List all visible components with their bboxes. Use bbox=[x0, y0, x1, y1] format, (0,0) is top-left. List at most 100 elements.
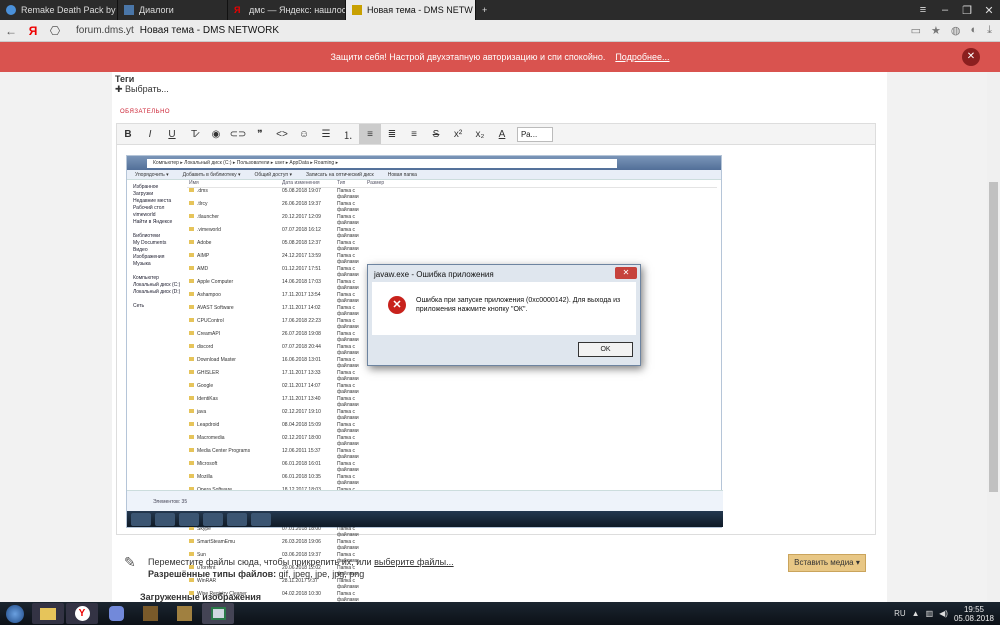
align-center-icon[interactable]: ≣ bbox=[381, 124, 403, 144]
banner-close-icon[interactable]: ✕ bbox=[962, 48, 980, 66]
explorer-nav-item[interactable]: Компьютер bbox=[133, 275, 185, 282]
explorer-nav-item[interactable]: Изображения bbox=[133, 254, 185, 261]
yandex-logo[interactable]: Я bbox=[22, 24, 44, 38]
file-date: 04.02.2018 10:30 bbox=[282, 590, 321, 597]
clock[interactable]: 19:55 05.08.2018 bbox=[954, 605, 994, 623]
dialog-close-icon[interactable]: ✕ bbox=[615, 267, 637, 279]
strike-icon[interactable]: S bbox=[425, 124, 447, 144]
align-left-icon[interactable]: ≡ bbox=[359, 124, 381, 144]
close-icon[interactable]: ✕ bbox=[978, 0, 1000, 20]
explorer-nav-item[interactable]: Загрузки bbox=[133, 191, 185, 198]
file-row[interactable]: Mozilla 06.01.2018 10:35 Папка с файлами bbox=[187, 474, 717, 487]
minimize-icon[interactable]: – bbox=[934, 0, 956, 20]
file-row[interactable]: Microsoft 06.01.2018 16:01 Папка с файлами bbox=[187, 461, 717, 474]
file-row[interactable]: .dms 05.08.2018 19:07 Папка с файлами bbox=[187, 188, 717, 201]
download-icon[interactable]: ⤓ bbox=[987, 24, 992, 37]
taskbar-app-icon[interactable] bbox=[168, 603, 200, 624]
file-name: Media Center Programs bbox=[197, 447, 251, 454]
explorer-nav-item[interactable]: Недавние места bbox=[133, 198, 185, 205]
numbered-list-icon[interactable]: ⒈ bbox=[337, 124, 359, 144]
restore-icon[interactable]: ❐ bbox=[956, 0, 978, 20]
scrollbar-thumb[interactable] bbox=[989, 182, 998, 492]
taskbar-explorer-icon[interactable] bbox=[32, 603, 64, 624]
smiley-icon[interactable]: ☺ bbox=[293, 124, 315, 144]
language-indicator[interactable]: RU bbox=[894, 609, 906, 618]
bold-icon[interactable]: B bbox=[117, 124, 139, 144]
taskbar-game-icon[interactable] bbox=[134, 603, 166, 624]
url-text[interactable]: forum.dms.yt bbox=[76, 25, 134, 36]
font-size-select[interactable]: Ра... bbox=[517, 126, 553, 142]
file-row[interactable]: Wise Registry Cleaner 04.02.2018 10:30 Пап… bbox=[187, 590, 717, 602]
file-row[interactable]: .tlauncher 20.12.2017 12:09 Папка с файлам… bbox=[187, 214, 717, 227]
tray-arrow-icon[interactable]: ▲ bbox=[912, 609, 920, 618]
explorer-menu-item[interactable]: Добавить в библиотеку ▾ bbox=[183, 172, 241, 178]
file-row[interactable]: Google 02.11.2017 14:07 Папка с файлами bbox=[187, 383, 717, 396]
tab-remake-death-pack[interactable]: Remake Death Pack by Fishe bbox=[0, 0, 118, 20]
reader-icon[interactable]: ▭ bbox=[911, 24, 921, 37]
file-date: 06.01.2018 16:01 bbox=[282, 460, 321, 467]
file-row[interactable]: Adobe 05.08.2018 12:37 Папка с файлами bbox=[187, 240, 717, 253]
file-type: Папка с файлами bbox=[337, 447, 359, 461]
dialog-ok-button[interactable]: OK bbox=[578, 342, 633, 357]
file-row[interactable]: Skype 07.01.2018 18:00 Папка с файлами bbox=[187, 526, 717, 539]
explorer-nav-item[interactable]: Рабочий стол bbox=[133, 205, 185, 212]
tab-dialogs[interactable]: Диалоги bbox=[118, 0, 228, 20]
taskbar-discord-icon[interactable] bbox=[100, 603, 132, 624]
text-color-icon[interactable]: A bbox=[491, 124, 513, 144]
file-row[interactable]: GHISLER 17.11.2017 13:33 Папка с файлами bbox=[187, 370, 717, 383]
link-icon[interactable]: ⊂⊃ bbox=[227, 124, 249, 144]
explorer-menu-item[interactable]: Новая папка bbox=[388, 172, 417, 178]
align-right-icon[interactable]: ≡ bbox=[403, 124, 425, 144]
back-icon[interactable]: ← bbox=[0, 24, 22, 38]
superscript-icon[interactable]: x² bbox=[447, 124, 469, 144]
explorer-nav-item[interactable]: Найти в Яндексе bbox=[133, 219, 185, 226]
file-row[interactable]: .vimeworld 07.07.2018 16:12 Папка с файлам… bbox=[187, 227, 717, 240]
globe-icon[interactable]: ◍ bbox=[951, 24, 961, 37]
banner-more-link[interactable]: Подробнее... bbox=[615, 52, 669, 62]
file-row[interactable]: Media Center Programs 12.06.2011 15:37 Пап… bbox=[187, 448, 717, 461]
explorer-menu-item[interactable]: Общий доступ ▾ bbox=[255, 172, 293, 178]
explorer-nav-item[interactable]: Сеть bbox=[133, 303, 185, 310]
menu-icon[interactable]: ≡ bbox=[912, 0, 934, 20]
tab-new-topic[interactable]: Новая тема - DMS NETW✕ bbox=[346, 0, 476, 20]
file-row[interactable]: java 02.12.2017 19:10 Папка с файлами bbox=[187, 409, 717, 422]
tags-pick-button[interactable]: ✚ Выбрать... bbox=[115, 84, 169, 95]
explorer-nav-item[interactable]: Музыка bbox=[133, 261, 185, 268]
file-row[interactable]: .tlrcy 26.06.2018 19:37 Папка с файлами bbox=[187, 201, 717, 214]
new-tab-button[interactable]: + bbox=[476, 0, 496, 20]
explorer-nav-item[interactable]: My Documents bbox=[133, 240, 185, 247]
lock-icon[interactable]: ⎔ bbox=[44, 24, 66, 38]
bookmark-icon[interactable]: ★ bbox=[931, 24, 941, 37]
file-row[interactable]: SmartSteamEmu 26.03.2018 19:06 Папка с фай… bbox=[187, 539, 717, 552]
extension-icon[interactable]: ◐ bbox=[970, 24, 977, 37]
network-icon[interactable]: ▥ bbox=[926, 609, 934, 618]
spoiler-icon[interactable]: ◉ bbox=[205, 124, 227, 144]
subscript-icon[interactable]: x₂ bbox=[469, 124, 491, 144]
explorer-nav-item[interactable]: Избранное bbox=[133, 184, 185, 191]
clear-format-icon[interactable]: T̷ bbox=[183, 124, 205, 144]
explorer-nav-item[interactable]: Видео bbox=[133, 247, 185, 254]
underline-icon[interactable]: U bbox=[161, 124, 183, 144]
insert-media-button[interactable]: Вставить медиа ▾ bbox=[788, 554, 866, 572]
choose-files-link[interactable]: выберите файлы... bbox=[374, 557, 454, 567]
page-content: Теги ✚ Выбрать... ОБЯЗАТЕЛЬНО B I U T̷ ◉… bbox=[0, 72, 987, 602]
taskbar-yandex-browser-icon[interactable]: Y bbox=[66, 603, 98, 624]
explorer-nav-item[interactable]: Библиотеки bbox=[133, 233, 185, 240]
volume-icon[interactable]: ◀) bbox=[939, 609, 948, 618]
tab-yandex-search[interactable]: Ядмс — Яндекс: нашлось 45 bbox=[228, 0, 346, 20]
explorer-menu-item[interactable]: Упорядочить ▾ bbox=[135, 172, 169, 178]
page-scrollbar[interactable] bbox=[987, 72, 1000, 602]
bullet-list-icon[interactable]: ☰ bbox=[315, 124, 337, 144]
explorer-nav-item[interactable]: Локальный диск (D:) bbox=[133, 289, 185, 296]
file-row[interactable]: IdentiKas 17.11.2017 13:40 Папка с файлами bbox=[187, 396, 717, 409]
start-button[interactable] bbox=[0, 602, 30, 625]
file-row[interactable]: Macromedia 02.12.2017 18:00 Папка с файлам… bbox=[187, 435, 717, 448]
taskbar-window-icon[interactable] bbox=[202, 603, 234, 624]
explorer-nav-item[interactable]: Локальный диск (C:) bbox=[133, 282, 185, 289]
explorer-nav-item[interactable]: vimeworld bbox=[133, 212, 185, 219]
quote-icon[interactable]: ❞ bbox=[249, 124, 271, 144]
explorer-menu-item[interactable]: Записать на оптический диск bbox=[306, 172, 374, 178]
italic-icon[interactable]: I bbox=[139, 124, 161, 144]
code-icon[interactable]: <> bbox=[271, 124, 293, 144]
file-row[interactable]: Leapdroid 08.04.2018 15:09 Папка с файлами bbox=[187, 422, 717, 435]
